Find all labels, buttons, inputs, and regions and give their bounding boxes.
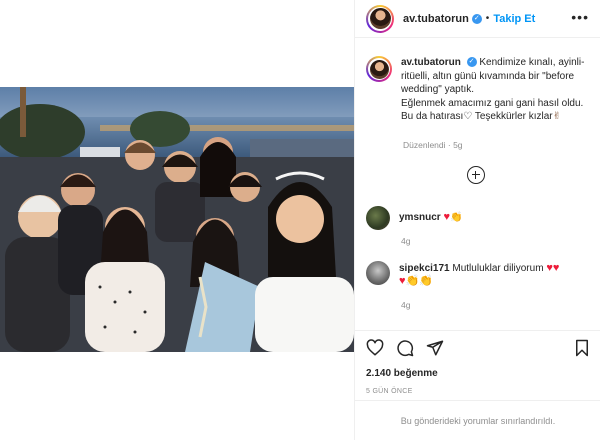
comment-item: ymsnucr ♥👏 [366, 206, 594, 230]
share-icon[interactable] [426, 339, 444, 362]
likes-count[interactable]: 2.140 beğenme [366, 368, 438, 379]
post-time-ago: 5 GÜN ÖNCE [366, 388, 413, 395]
caption-edited-time: Düzenlendi · 5g [403, 140, 463, 150]
comment-icon[interactable] [396, 339, 414, 362]
post-caption: av.tubatorun ✓ Kendimize kınalı, ayinli-… [366, 56, 594, 124]
caption-author-avatar[interactable] [366, 56, 392, 82]
caption-line-5: Bu da hatırası [401, 111, 464, 122]
caption-line-5-rest: Teşekkürler kızlar [472, 111, 553, 122]
caption-username[interactable]: av.tubatorun [401, 57, 461, 68]
heart-icon[interactable] [366, 339, 384, 362]
caption-line-1: Kendimize kınalı, ayinli- [479, 57, 585, 68]
clap-emoji-icon: 👏 [450, 212, 463, 223]
more-options-icon[interactable]: ••• [571, 10, 589, 24]
comment-text: Mutluluklar diliyorum [452, 263, 544, 274]
verified-badge-icon: ✓ [471, 13, 482, 24]
author-username[interactable]: av.tubatorun [403, 13, 469, 25]
caption-line-4: Eğlenmek amacımız gani gani hasıl oldu. [401, 97, 584, 109]
post-sidebar: av.tubatorun ✓ • Takip Et ••• av.tubator… [354, 0, 600, 440]
caption-line-2: ritüelli, altın günü kıvamında bir "befo… [401, 70, 575, 82]
comment-time: 4g [401, 236, 411, 246]
commenter-username[interactable]: sipekci171 [399, 263, 450, 274]
header-separator: • [485, 13, 490, 24]
commenter-avatar[interactable] [366, 206, 390, 230]
bookmark-icon[interactable] [574, 339, 590, 362]
comment-emoji-line: ♥👏👏 [399, 275, 433, 287]
post-media-panel [0, 0, 354, 440]
comment-item: sipekci171 Mutluluklar diliyorum ♥♥ ♥👏👏 [366, 261, 594, 288]
commenter-avatar[interactable] [366, 261, 390, 285]
comments-limited-notice: Bu gönderideki yorumlar sınırlandırıldı. [355, 400, 600, 440]
white-heart-emoji-icon: ♡ [463, 111, 473, 122]
post-actions-bar [355, 330, 600, 364]
follow-button[interactable]: Takip Et [493, 13, 535, 25]
comment-time: 4g [401, 300, 411, 310]
author-avatar[interactable] [366, 4, 394, 33]
post-header: av.tubatorun ✓ • Takip Et ••• [355, 0, 600, 38]
load-more-comments-icon[interactable] [467, 166, 485, 184]
caption-text: av.tubatorun ✓ Kendimize kınalı, ayinli-… [401, 56, 584, 124]
post-photo[interactable] [0, 87, 354, 352]
commenter-username[interactable]: ymsnucr [399, 212, 441, 223]
caption-verified-badge-icon: ✓ [466, 57, 477, 68]
hand-emoji-icon: ✌ [552, 111, 562, 122]
caption-line-3: wedding" yaptık. [401, 84, 475, 95]
heart-emoji-icon: ♥ [552, 262, 560, 274]
